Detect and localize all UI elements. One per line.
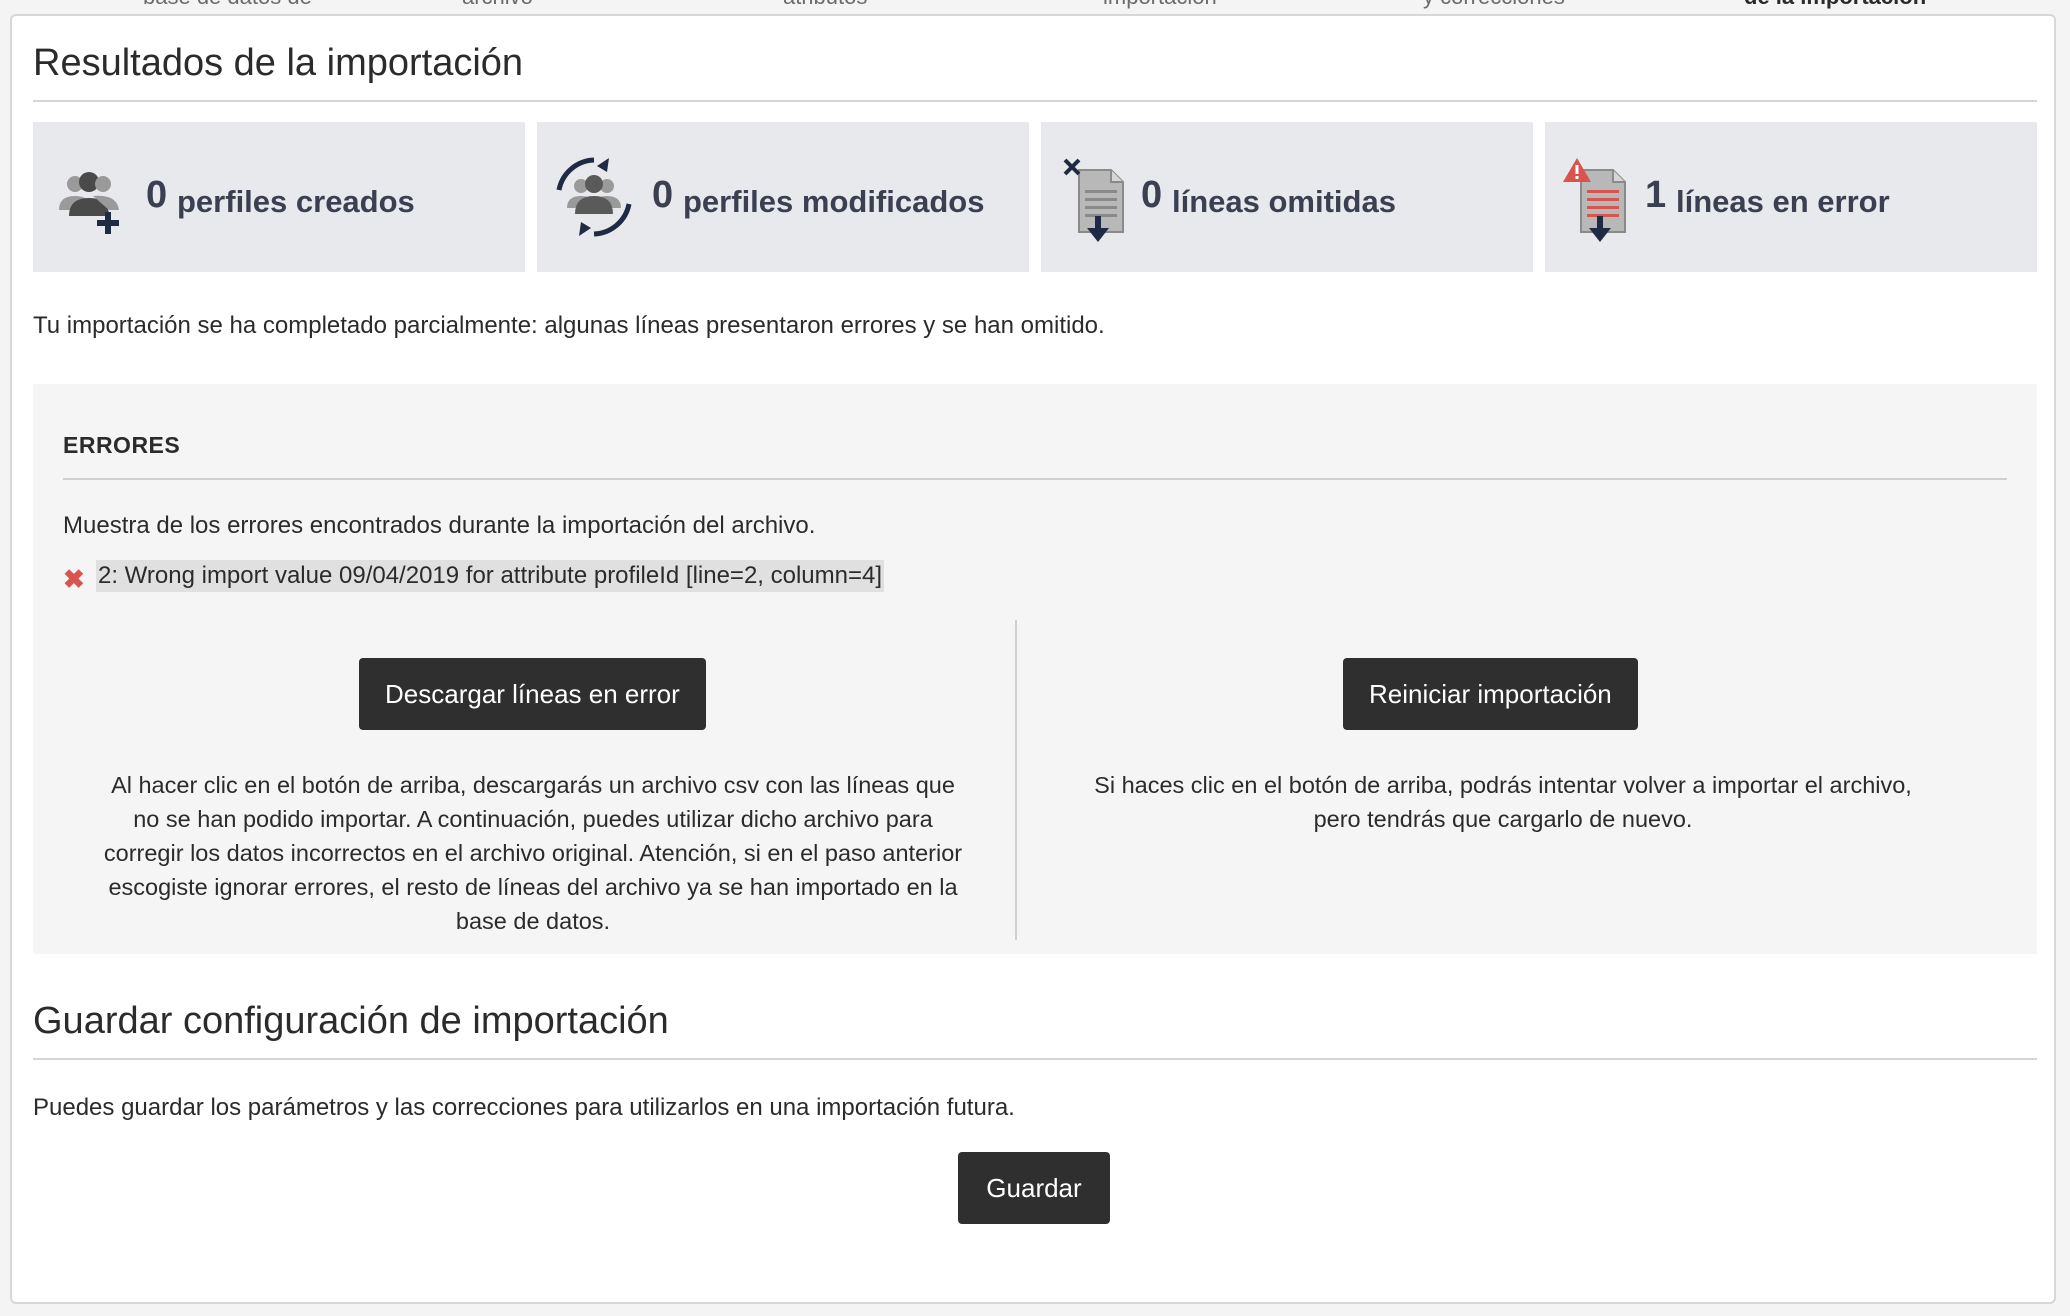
errors-divider — [63, 478, 2007, 480]
download-help-text: Al hacer clic en el botón de arriba, des… — [103, 772, 963, 934]
errors-description: Muestra de los errores encontrados duran… — [63, 512, 816, 539]
error-item: 2: Wrong import value 09/04/2019 for att… — [96, 560, 885, 592]
stat-label: perfiles creados — [177, 184, 415, 219]
stat-lines-error: 1 líneas en error — [1545, 122, 2037, 272]
users-sync-icon — [556, 157, 632, 237]
restart-import-button[interactable]: Reiniciar importación — [1343, 658, 1638, 730]
stat-label: líneas en error — [1676, 184, 1890, 219]
restart-help-text: Si haces clic en el botón de arriba, pod… — [1094, 772, 1912, 832]
download-error-lines-button[interactable]: Descargar líneas en error — [359, 658, 706, 730]
errors-section: ERRORES Muestra de los errores encontrad… — [33, 384, 2037, 954]
save-config-divider — [33, 1058, 2037, 1060]
step-1-label: base de datos de — [143, 0, 312, 10]
step-6-label: de la importación — [1744, 0, 1926, 10]
results-title: Resultados de la importación — [33, 42, 524, 84]
stat-profiles-created: 0 perfiles creados — [33, 122, 525, 272]
stat-label: líneas omitidas — [1172, 184, 1396, 219]
stat-profiles-modified: 0 perfiles modificados — [537, 122, 1029, 272]
step-5-label: y correcciones — [1423, 0, 1565, 10]
stat-label: perfiles modificados — [683, 184, 985, 219]
step-4-label: importación — [1103, 0, 1217, 10]
save-button[interactable]: Guardar — [958, 1152, 1110, 1224]
file-skip-icon — [1063, 158, 1124, 242]
users-add-icon — [59, 172, 119, 234]
import-results-panel: Resultados de la importación 0 perfiles … — [10, 14, 2056, 1304]
save-config-title: Guardar configuración de importación — [33, 1000, 669, 1042]
stat-count: 0 — [146, 174, 168, 216]
stat-lines-skipped: 0 líneas omitidas — [1041, 122, 1533, 272]
step-2-label: archivo — [462, 0, 533, 10]
errors-title: ERRORES — [63, 432, 181, 458]
results-title-divider — [33, 100, 2037, 102]
import-summary-text: Tu importación se ha completado parcialm… — [33, 312, 1105, 339]
column-divider — [1015, 620, 1017, 940]
file-error-icon — [1563, 158, 1626, 242]
save-config-description: Puedes guardar los parámetros y las corr… — [33, 1094, 1015, 1121]
step-3-label: atributos — [783, 0, 867, 10]
stat-count: 1 — [1645, 174, 1667, 216]
stat-count: 0 — [652, 174, 674, 216]
error-x-icon: ✖ — [63, 564, 85, 594]
stat-count: 0 — [1141, 174, 1163, 216]
